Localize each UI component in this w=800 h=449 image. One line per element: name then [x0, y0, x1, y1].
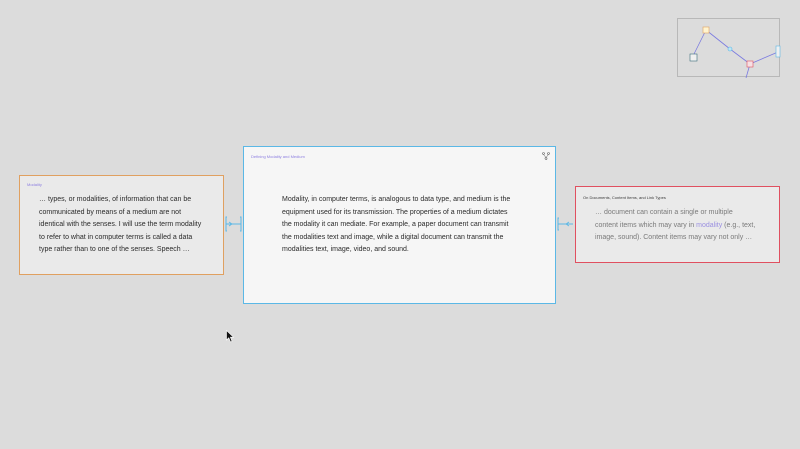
minimap-node — [689, 53, 698, 62]
minimap-node-right — [746, 60, 754, 68]
linked-card-modality[interactable]: Modality … types, or modalities, of info… — [19, 175, 224, 275]
card-title[interactable]: On Documents, Content Items, and Link Ty… — [583, 195, 666, 200]
excerpt-line: … document can contain a single or multi… — [595, 209, 733, 216]
excerpt-line: to refer to what in computer terms is ca… — [39, 233, 193, 241]
content-line: the modalities text and image, while a d… — [282, 233, 504, 241]
content-line: the modality it can mediate. For example… — [282, 221, 509, 228]
excerpt-line: communicated by means of a medium are no… — [39, 208, 182, 216]
card-excerpt: … types, or modalities, of information t… — [39, 194, 201, 257]
excerpt-line: image, sound). Content items may vary no… — [595, 234, 753, 241]
card-title[interactable]: Defining Modality and Medium — [251, 154, 305, 159]
excerpt-line: identical with the senses. I will use th… — [39, 221, 202, 228]
content-line: Modality, in computer terms, is analogou… — [282, 196, 511, 203]
focused-card-defining-modality[interactable]: Defining Modality and Medium Modality, i… — [243, 146, 556, 304]
link-connector-right[interactable] — [557, 217, 574, 231]
card-excerpt: … document can contain a single or multi… — [595, 207, 755, 245]
excerpt-text: content items which may vary in — [595, 221, 697, 229]
content-line: modalities text, image, video, and sound… — [282, 246, 409, 253]
mouse-pointer-icon — [226, 330, 234, 343]
linked-card-on-documents[interactable]: On Documents, Content Items, and Link Ty… — [575, 186, 780, 263]
tree-structure-icon[interactable] — [542, 152, 550, 160]
minimap-node-left — [702, 26, 710, 34]
card-content: Modality, in computer terms, is analogou… — [282, 194, 510, 257]
minimap[interactable] — [677, 18, 781, 79]
modality-link[interactable]: modality — [696, 222, 722, 229]
content-line: equipment used for its transmission. The… — [282, 208, 508, 216]
excerpt-line: content items which may vary in modality… — [595, 220, 755, 233]
minimap-node — [775, 45, 781, 58]
minimap-node-center — [727, 46, 733, 52]
excerpt-text: (e.g., text, — [722, 221, 756, 229]
excerpt-line: type rather than to one of the senses. S… — [39, 246, 190, 253]
excerpt-line: … types, or modalities, of information t… — [39, 196, 192, 203]
card-title[interactable]: Modality — [27, 182, 42, 187]
link-connector-left[interactable] — [225, 216, 242, 232]
minimap-graph — [689, 26, 781, 79]
